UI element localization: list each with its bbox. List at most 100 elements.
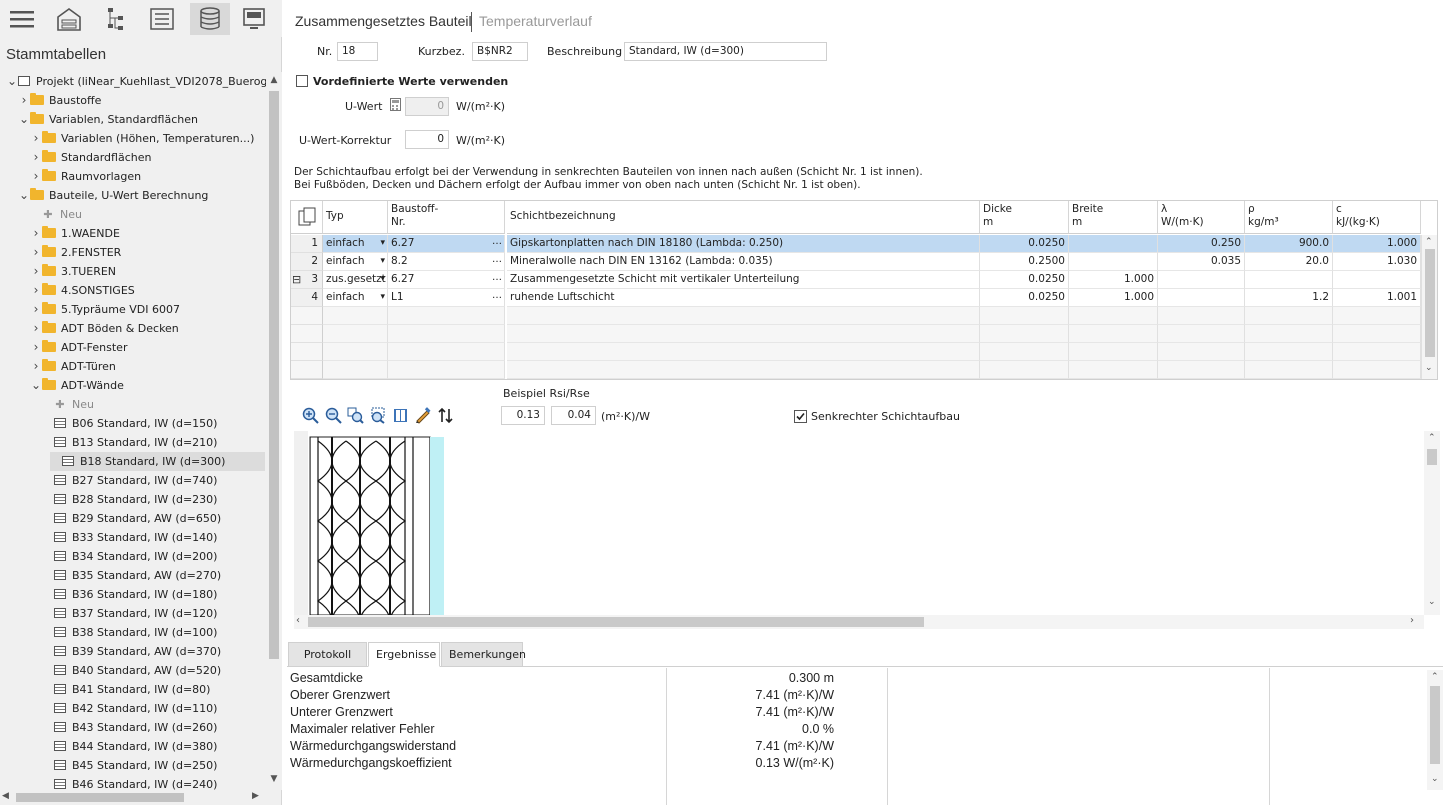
cell-dicke[interactable]	[980, 361, 1069, 379]
tree-item[interactable]: › Standardflächen	[0, 148, 266, 167]
cell-breite[interactable]	[1069, 253, 1158, 271]
cell-c[interactable]: 1.000	[1333, 235, 1421, 253]
cell-c[interactable]	[1333, 361, 1421, 379]
tab-zusammengesetztes-bauteil[interactable]: Zusammengesetztes Bauteil	[295, 13, 472, 29]
monitor-icon[interactable]	[238, 3, 270, 35]
ellipsis-icon[interactable]: …	[492, 235, 502, 250]
cell-bez[interactable]	[507, 325, 980, 343]
row-header[interactable]	[291, 361, 323, 379]
tree-item[interactable]: B18 Standard, IW (d=300)	[50, 452, 265, 471]
tree-item[interactable]: B41 Standard, IW (d=80)	[0, 680, 266, 699]
cell-bez[interactable]: Mineralwolle nach DIN EN 13162 (Lambda: …	[507, 253, 980, 271]
copy-icon[interactable]	[291, 201, 323, 234]
cell-breite[interactable]: 1.000	[1069, 271, 1158, 289]
cell-rho[interactable]: 20.0	[1245, 253, 1333, 271]
tree-item[interactable]: B35 Standard, AW (d=270)	[0, 566, 266, 585]
cell-rho[interactable]	[1245, 343, 1333, 361]
cell-breite[interactable]	[1069, 325, 1158, 343]
tree-item[interactable]: B36 Standard, IW (d=180)	[0, 585, 266, 604]
cell-rho[interactable]	[1245, 361, 1333, 379]
cell-dicke[interactable]: 0.2500	[980, 253, 1069, 271]
row-header[interactable]: 4	[291, 289, 323, 307]
cell-dicke[interactable]	[980, 343, 1069, 361]
tree-item[interactable]: ⌄ Bauteile, U-Wert Berechnung	[0, 186, 266, 205]
cell-typ[interactable]: einfach ▾	[323, 289, 388, 307]
cell-lambda[interactable]	[1158, 307, 1245, 325]
cell-c[interactable]: 1.030	[1333, 253, 1421, 271]
row-header[interactable]	[291, 325, 323, 343]
scroll-up-icon[interactable]: ⌃	[1425, 237, 1433, 247]
row-header[interactable]	[291, 307, 323, 325]
chevron-right-icon[interactable]: ›	[30, 243, 42, 262]
cell-breite[interactable]	[1069, 343, 1158, 361]
cell-lambda[interactable]: 0.035	[1158, 253, 1245, 271]
cell-lambda[interactable]	[1158, 289, 1245, 307]
scroll-up-icon[interactable]: ⌃	[1431, 672, 1439, 682]
column-header[interactable]: Schichtbezeichnung	[507, 201, 980, 234]
cell-rho[interactable]	[1245, 271, 1333, 289]
rsi-field[interactable]: 0.13	[501, 406, 545, 425]
tree-item[interactable]: ⌄ ADT-Wände	[0, 376, 266, 395]
cell-typ[interactable]	[323, 307, 388, 325]
chevron-right-icon[interactable]: ›	[30, 357, 42, 376]
cell-nr[interactable]: 8.2…	[388, 253, 505, 271]
chevron-right-icon[interactable]: ›	[30, 281, 42, 300]
cell-bez[interactable]: ruhende Luftschicht	[507, 289, 980, 307]
cell-rho[interactable]	[1245, 325, 1333, 343]
chevron-right-icon[interactable]: ›	[30, 262, 42, 281]
tree-item[interactable]: › ADT-Türen	[0, 357, 266, 376]
cell-c[interactable]	[1333, 343, 1421, 361]
chevron-down-icon[interactable]: ⌄	[6, 72, 18, 91]
chevron-right-icon[interactable]: ›	[30, 148, 42, 167]
cell-nr[interactable]: L1…	[388, 289, 505, 307]
cell-breite[interactable]	[1069, 361, 1158, 379]
tree-item[interactable]: B45 Standard, IW (d=250)	[0, 756, 266, 775]
network-icon[interactable]	[100, 3, 132, 35]
cell-typ[interactable]: einfach ▾	[323, 253, 388, 271]
row-header[interactable]: 1	[291, 235, 323, 253]
drawing-horizontal-scrollbar[interactable]: ‹ ›	[294, 615, 1424, 629]
beschreibung-field[interactable]: Standard, IW (d=300)	[624, 42, 827, 61]
cell-typ[interactable]: einfach ▾	[323, 235, 388, 253]
cell-c[interactable]: 1.001	[1333, 289, 1421, 307]
cell-bez[interactable]	[507, 307, 980, 325]
dropdown-icon[interactable]: ▾	[380, 289, 385, 306]
tab-bemerkungen[interactable]: Bemerkungen	[441, 642, 526, 667]
tree-item[interactable]: B27 Standard, IW (d=740)	[0, 471, 266, 490]
cell-breite[interactable]: 1.000	[1069, 289, 1158, 307]
chevron-right-icon[interactable]: ›	[30, 319, 42, 338]
chevron-down-icon[interactable]: ⌄	[18, 186, 30, 205]
drawing-scroll-thumb[interactable]	[1427, 449, 1437, 465]
tree-item[interactable]: › 4.SONSTIGES	[0, 281, 266, 300]
row-header[interactable]: 2	[291, 253, 323, 271]
cell-breite[interactable]	[1069, 235, 1158, 253]
cell-bez[interactable]: Zusammengesetzte Schicht mit vertikaler …	[507, 271, 980, 289]
column-header[interactable]: Baustoff- Nr.	[388, 201, 505, 234]
results-vertical-scrollbar[interactable]: ⌃ ⌄	[1427, 670, 1443, 790]
predefined-values-checkbox[interactable]	[296, 75, 308, 88]
ellipsis-icon[interactable]: …	[492, 289, 502, 304]
cell-breite[interactable]	[1069, 307, 1158, 325]
tab-temperaturverlauf[interactable]: Temperaturverlauf	[479, 13, 592, 29]
tree-item[interactable]: ⌄ Projekt (liNear_Kuehllast_VDI2078_Buero…	[0, 72, 266, 91]
list-icon[interactable]	[146, 3, 178, 35]
column-header[interactable]: Typ	[323, 201, 388, 234]
rse-field[interactable]: 0.04	[551, 406, 596, 425]
chevron-right-icon[interactable]: ›	[30, 129, 42, 148]
scroll-left-icon[interactable]: ◀	[2, 791, 9, 801]
cell-c[interactable]	[1333, 325, 1421, 343]
tree-item[interactable]: › 3.TUEREN	[0, 262, 266, 281]
row-header[interactable]	[291, 343, 323, 361]
kurzbez-field[interactable]: B$NR2	[472, 42, 528, 61]
tree-item[interactable]: › ADT Böden & Decken	[0, 319, 266, 338]
chevron-right-icon[interactable]: ›	[30, 224, 42, 243]
tree-item[interactable]: B40 Standard, AW (d=520)	[0, 661, 266, 680]
tree-item[interactable]: B34 Standard, IW (d=200)	[0, 547, 266, 566]
grid-scroll-thumb[interactable]	[1425, 249, 1435, 357]
tree-item[interactable]: › 2.FENSTER	[0, 243, 266, 262]
chevron-right-icon[interactable]: ›	[30, 167, 42, 186]
cell-nr[interactable]: 6.27…	[388, 235, 505, 253]
cell-rho[interactable]: 1.2	[1245, 289, 1333, 307]
tree-item[interactable]: B37 Standard, IW (d=120)	[0, 604, 266, 623]
chevron-right-icon[interactable]: ›	[30, 338, 42, 357]
